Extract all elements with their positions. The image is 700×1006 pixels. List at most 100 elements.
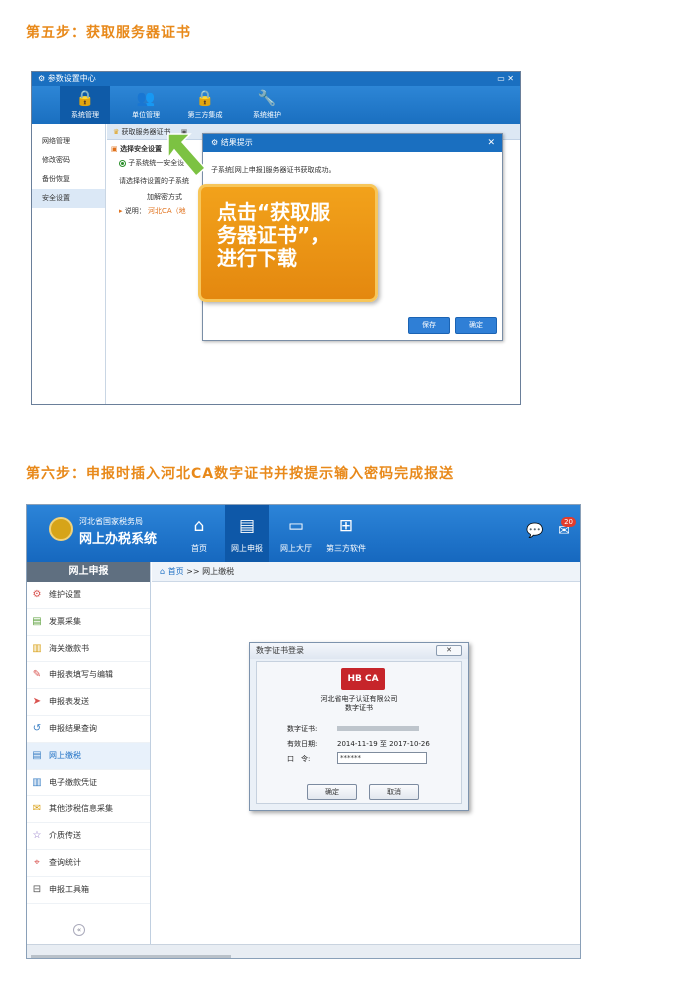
close-icon[interactable]: ✕ (487, 134, 495, 152)
nav-unit-management[interactable]: 👥 单位管理 (121, 86, 171, 124)
nav-label: 网上大厅 (280, 544, 312, 553)
ok-button[interactable]: 确定 (455, 317, 497, 334)
tag-icon: ⌖ (34, 856, 40, 868)
ca-subtitle: 数字证书 (345, 704, 373, 712)
sidebar-label: 申报表填写与编辑 (49, 670, 113, 680)
cancel-button[interactable]: 取消 (369, 784, 419, 800)
header-actions: 💬 ✉ 20 (526, 517, 576, 539)
mail-icon: ✉ (32, 803, 42, 815)
nav-label: 系统维护 (253, 111, 281, 119)
cert-label: 数字证书: (287, 725, 318, 733)
toolbox-icon: ⊟ (32, 883, 42, 895)
checkbox-icon: ▣ (111, 145, 118, 153)
step6-title: 第六步：申报时插入河北CA数字证书并按提示输入密码完成报送 (26, 466, 455, 482)
blurred-cert-name (337, 726, 419, 731)
notification-badge: 20 (561, 517, 576, 527)
sidebar-item-password[interactable]: 修改密码 (32, 151, 105, 170)
result-dialog-title: 结果提示 (220, 138, 253, 147)
mail-icon[interactable]: ✉ 20 (558, 517, 576, 539)
wrench-icon: 🔧 (257, 89, 277, 107)
sidebar-item-form-send[interactable]: ➤ 申报表发送 (27, 689, 150, 716)
nav-third-party[interactable]: 🔒 第三方集成 (180, 86, 230, 124)
cert-dialog-body: HB CA 河北省电子认证有限公司 数字证书 数字证书: 有效日期: 2014-… (256, 661, 462, 804)
settings-top-nav: 🔒 系统管理 👥 单位管理 🔒 第三方集成 🔧 系统维护 (32, 86, 520, 124)
breadcrumb-home[interactable]: ⌂ 首页 (160, 567, 186, 576)
query-icon: ↺ (32, 722, 42, 734)
nav-online-hall[interactable]: ▭ 网上大厅 (275, 505, 317, 562)
cert-dialog-titlebar: 数字证书登录 ✕ (250, 643, 468, 659)
save-button[interactable]: 保存 (408, 317, 450, 334)
emblem-logo (49, 517, 73, 541)
green-arrow-icon (167, 133, 207, 178)
nav-system-management[interactable]: 🔒 系统管理 (60, 86, 110, 124)
settings-window-titlebar: ⚙ 参数设置中心 ▭ ✕ (32, 72, 520, 86)
sidebar-item-statistics[interactable]: ⌖ 查询统计 (27, 850, 150, 877)
sidebar-item-form-edit[interactable]: ✎ 申报表填写与编辑 (27, 662, 150, 690)
pwd-label: 口 令: (287, 755, 311, 763)
gear-icon: ⚙ (38, 74, 46, 83)
callout-line: 进行下载 (217, 246, 297, 270)
sidebar-item-invoice-collect[interactable]: ▤ 发票采集 (27, 609, 150, 636)
lock-icon: 🔒 (195, 89, 215, 107)
chat-icon[interactable]: 💬 (526, 523, 543, 539)
valid-to-word: 至 (379, 740, 387, 748)
callout-line: 点击“获取服 (217, 200, 331, 224)
valid-from: 2014-11-19 (337, 740, 378, 748)
nav-online-filing[interactable]: ▤ 网上申报 (225, 505, 269, 562)
sidebar-header: 网上申报 (27, 562, 150, 582)
sidebar-item-backup[interactable]: 备份恢复 (32, 170, 105, 189)
sidebar-item-result-query[interactable]: ↺ 申报结果查询 (27, 716, 150, 743)
password-field[interactable]: ****** (337, 752, 427, 764)
sidebar-item-maintain-settings[interactable]: ⚙ 维护设置 (27, 582, 150, 609)
sidebar-item-other-info[interactable]: ✉ 其他涉税信息采集 (27, 796, 150, 824)
status-bar (27, 944, 580, 958)
sidebar-item-e-voucher[interactable]: ▥ 电子缴款凭证 (27, 770, 150, 797)
sidebar-item-network[interactable]: 网络管理 (32, 132, 105, 151)
sidebar-item-media-transfer[interactable]: ☆ 介质传送 (27, 823, 150, 850)
collapse-sidebar-button[interactable]: « (73, 924, 85, 936)
confirm-button[interactable]: 确定 (307, 784, 357, 800)
blurred-status-text (31, 955, 231, 958)
section-title: ▣ 选择安全设置 (111, 144, 162, 154)
note-line: ▸ 说明： 河北CA（地 (119, 206, 186, 216)
sidebar-item-toolbox[interactable]: ⊟ 申报工具箱 (27, 877, 150, 904)
hbca-logo: HB CA (341, 668, 385, 690)
cert-login-dialog: 数字证书登录 ✕ HB CA 河北省电子认证有限公司 数字证书 数字证书: 有效… (249, 642, 469, 811)
sidebar-item-online-payment[interactable]: ▤ 网上缴税 (27, 742, 150, 770)
section-title-text: 选择安全设置 (120, 145, 163, 153)
invoice-icon: ▤ (32, 615, 42, 627)
monitor-icon: ▭ (287, 516, 305, 536)
nav-third-party-software[interactable]: ⊞ 第三方软件 (321, 505, 371, 562)
valid-range: 2014-11-19 至 2017-10-26 (337, 739, 430, 749)
decrypt-label: 加解密方式 (147, 193, 182, 201)
app-sidebar: 网上申报 ⚙ 维护设置 ▤ 发票采集 ▥ 海关缴款书 ✎ 申报表填写与编辑 ➤ 申报表发送… (27, 562, 151, 944)
settings-window-title: 参数设置中心 (47, 74, 96, 83)
star-icon: ☆ (32, 830, 42, 842)
gear-icon: ⚙ (211, 138, 219, 147)
sidebar-item-security[interactable]: 安全设置 (32, 189, 105, 208)
home-icon: ⌂ (193, 516, 205, 536)
sidebar-label: 查询统计 (49, 857, 81, 867)
radio-selected-icon (119, 159, 126, 167)
sidebar-label: 电子缴款凭证 (49, 777, 97, 787)
callout-line: 务器证书”， (217, 223, 331, 247)
sidebar-label: 海关缴款书 (49, 643, 89, 653)
nav-system-maintenance[interactable]: 🔧 系统维护 (242, 86, 292, 124)
nav-label: 第三方集成 (187, 111, 223, 119)
settings-sidebar: 网络管理 修改密码 备份恢复 安全设置 (32, 124, 106, 404)
close-icon[interactable]: ✕ (436, 645, 462, 656)
result-dialog-titlebar: ⚙ 结果提示 ✕ (203, 134, 502, 152)
window-controls[interactable]: ▭ ✕ (497, 72, 514, 86)
sidebar-label: 申报表发送 (49, 697, 89, 707)
document-icon: ▤ (238, 516, 256, 536)
app-name: 网上办税系统 (79, 532, 158, 547)
users-icon: 👥 (136, 89, 156, 107)
payment-icon: ▤ (32, 749, 42, 761)
valid-to: 2017-10-26 (389, 740, 430, 748)
sidebar-label: 其他涉税信息采集 (49, 804, 113, 814)
sidebar-item-customs-payment[interactable]: ▥ 海关缴款书 (27, 636, 150, 663)
bullet-icon: ▸ (119, 207, 123, 215)
nav-home[interactable]: ⌂ 首页 (177, 505, 221, 562)
sidebar-label: 发票采集 (49, 616, 81, 626)
grid-icon: ⊞ (338, 516, 354, 536)
